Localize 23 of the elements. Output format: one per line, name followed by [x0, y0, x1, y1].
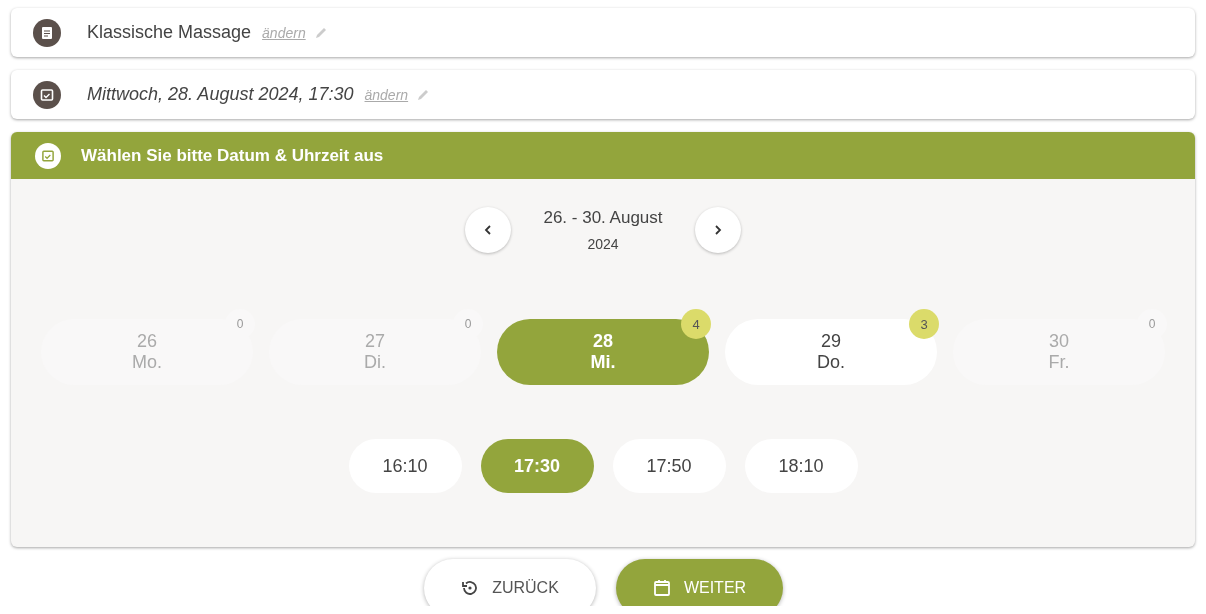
time-slot-button[interactable]: 16:10	[348, 439, 462, 493]
change-link[interactable]: ändern	[364, 86, 409, 103]
time-slot-button[interactable]: 18:10	[744, 439, 858, 493]
slot-count-badge: 4	[681, 309, 711, 339]
time-slot-button[interactable]: 17:30	[480, 439, 594, 493]
next-button[interactable]: WEITER	[615, 559, 783, 606]
year-label: 2024	[587, 236, 619, 252]
pencil-icon[interactable]	[416, 87, 431, 102]
panel-title: Wählen Sie bitte Datum & Uhrzeit aus	[81, 145, 384, 166]
summary-text: Mittwoch, 28. August 2024, 17:30	[87, 84, 354, 105]
time-slot-button[interactable]: 17:50	[612, 439, 726, 493]
summary-text: Klassische Massage	[87, 22, 252, 43]
back-button[interactable]: ZURÜCK	[423, 559, 596, 606]
slot-count-badge: 3	[909, 309, 939, 339]
calendar-icon	[651, 578, 672, 598]
calendar-icon	[35, 142, 61, 169]
next-week-button[interactable]	[694, 207, 741, 253]
calendar-icon	[33, 80, 61, 109]
previous-week-button[interactable]	[465, 207, 512, 253]
pencil-icon[interactable]	[313, 25, 328, 40]
week-range: 26. - 30. August	[543, 208, 663, 228]
clipboard-icon	[33, 18, 61, 47]
change-link[interactable]: ändern	[262, 24, 306, 41]
